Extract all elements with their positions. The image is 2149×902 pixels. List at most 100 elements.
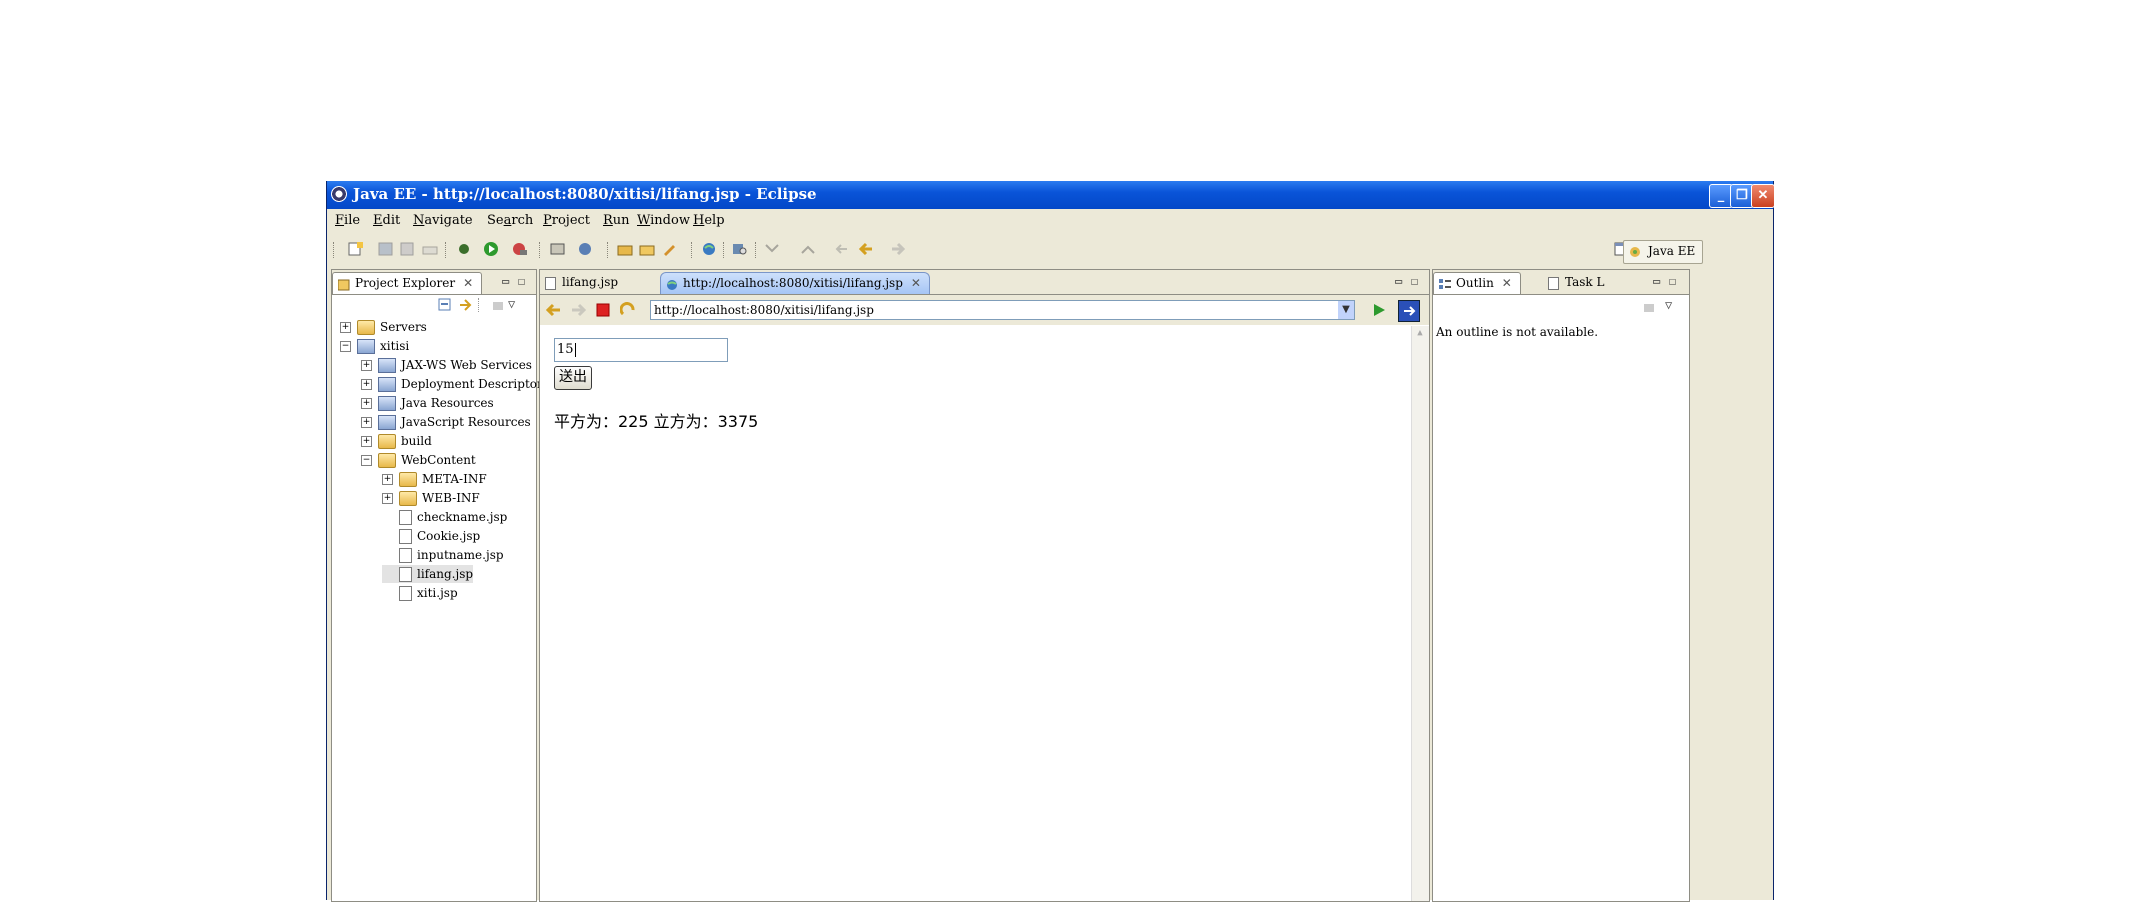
save-all-icon[interactable] <box>399 241 417 257</box>
menu-navigate[interactable]: Navigate <box>413 213 473 228</box>
tree-item[interactable]: + JavaScript Resources <box>361 413 531 431</box>
tree-item[interactable]: − WebContent <box>361 451 476 469</box>
open-folder-icon[interactable] <box>639 241 657 257</box>
collapse-all-icon[interactable] <box>438 298 452 316</box>
tab-task-list[interactable]: Task L <box>1543 272 1612 293</box>
tree-item-label: inputname.jsp <box>417 548 504 562</box>
perspective-java-ee-button[interactable]: Java EE <box>1623 240 1703 264</box>
new-server-icon[interactable] <box>549 241 567 257</box>
menu-help[interactable]: Help <box>693 213 725 228</box>
expand-icon[interactable]: + <box>361 417 372 428</box>
new-icon[interactable] <box>347 241 365 257</box>
tree-item[interactable]: xiti.jsp <box>382 584 458 602</box>
view-menu-icon[interactable]: ▽ <box>508 297 515 311</box>
tree-item[interactable]: checkname.jsp <box>382 508 507 526</box>
expand-icon[interactable]: + <box>382 474 393 485</box>
maximize-view-icon[interactable]: ☐ <box>1669 274 1676 288</box>
scroll-up-icon[interactable]: ▲ <box>1414 328 1426 340</box>
java-resources-icon <box>378 396 396 411</box>
tab-project-explorer[interactable]: Project Explorer ✕ <box>332 272 483 294</box>
project-icon <box>357 339 375 354</box>
tree-item[interactable]: + Java Resources <box>361 394 494 412</box>
collapse-icon[interactable]: − <box>340 341 351 352</box>
url-field[interactable]: http://localhost:8080/xitisi/lifang.jsp … <box>650 300 1355 320</box>
outline-filter-icon[interactable] <box>1643 300 1657 318</box>
expand-icon[interactable]: + <box>361 360 372 371</box>
expand-icon[interactable]: + <box>382 493 393 504</box>
descriptor-icon <box>378 377 396 392</box>
back-icon[interactable] <box>857 241 875 257</box>
open-external-browser-icon[interactable] <box>1398 300 1420 322</box>
collapse-icon[interactable]: − <box>361 455 372 466</box>
run-external-icon[interactable] <box>511 241 529 257</box>
tree-item[interactable]: Cookie.jsp <box>382 527 480 545</box>
run-icon[interactable] <box>483 241 501 257</box>
tree-item-label: WEB-INF <box>422 491 480 505</box>
menu-edit[interactable]: Edit <box>373 213 400 228</box>
new-web-icon[interactable] <box>577 241 595 257</box>
expand-icon[interactable]: + <box>361 398 372 409</box>
browser-refresh-icon[interactable] <box>619 302 636 322</box>
eclipse-window: Java EE - http://localhost:8080/xitisi/l… <box>326 181 1775 902</box>
view-menu-icon[interactable]: ▽ <box>1665 298 1672 312</box>
filter-icon[interactable] <box>492 298 506 316</box>
go-icon[interactable] <box>1372 303 1386 321</box>
last-edit-icon[interactable] <box>833 241 851 257</box>
expand-icon[interactable]: + <box>361 379 372 390</box>
close-button[interactable]: ✕ <box>1751 184 1775 208</box>
maximize-view-icon[interactable]: ☐ <box>518 274 525 288</box>
menu-window[interactable]: Window <box>637 213 690 228</box>
tree-item-label: lifang.jsp <box>417 567 474 581</box>
jsp-file-icon <box>399 586 412 601</box>
tree-item[interactable]: + JAX-WS Web Services <box>361 356 532 374</box>
forward-icon[interactable] <box>889 241 907 257</box>
browser-forward-icon[interactable] <box>570 303 587 321</box>
close-tab-icon[interactable]: ✕ <box>911 276 921 290</box>
minimize-editor-icon[interactable]: ▭ <box>1395 274 1402 288</box>
prev-annotation-icon[interactable] <box>799 241 817 257</box>
expand-icon[interactable]: + <box>361 436 372 447</box>
jsp-file-icon <box>399 567 412 582</box>
maximize-editor-icon[interactable]: ☐ <box>1411 274 1418 288</box>
submit-button[interactable]: 送出 <box>554 366 592 390</box>
tree-item-label: Cookie.jsp <box>417 529 481 543</box>
tree-item[interactable]: + Servers <box>340 318 427 336</box>
web-browser-icon[interactable] <box>701 241 719 257</box>
chevron-down-icon[interactable]: ▼ <box>1338 301 1354 319</box>
tree-item[interactable]: + WEB-INF <box>382 489 480 507</box>
debug-icon[interactable] <box>455 241 473 257</box>
tab-label: Project Explorer <box>355 276 456 290</box>
tree-item-label: Java Resources <box>401 396 494 410</box>
open-type-icon[interactable] <box>617 241 635 257</box>
tree-item[interactable]: − xitisi <box>340 337 409 355</box>
title-bar[interactable]: Java EE - http://localhost:8080/xitisi/l… <box>327 181 1775 209</box>
folder-icon <box>378 434 396 449</box>
tree-item-label: META-INF <box>422 472 487 486</box>
tree-item[interactable]: inputname.jsp <box>382 546 504 564</box>
menu-project[interactable]: Project <box>543 213 590 228</box>
browser-back-icon[interactable] <box>545 303 562 321</box>
save-icon[interactable] <box>377 241 395 257</box>
number-input[interactable]: 15 <box>554 338 728 362</box>
tree-item[interactable]: + build <box>361 432 432 450</box>
menu-search[interactable]: Search <box>487 213 533 228</box>
link-with-editor-icon[interactable] <box>458 298 472 316</box>
tree-item[interactable]: + META-INF <box>382 470 487 488</box>
tools-icon[interactable] <box>661 241 679 257</box>
close-tab-icon[interactable]: ✕ <box>1502 276 1512 290</box>
next-annotation-icon[interactable] <box>763 241 781 257</box>
minimize-view-icon[interactable]: ▭ <box>502 274 509 288</box>
browser-stop-icon[interactable] <box>596 303 610 321</box>
menu-run[interactable]: Run <box>603 213 630 228</box>
tab-lifang-jsp[interactable]: lifang.jsp <box>540 272 626 293</box>
print-icon[interactable] <box>421 241 439 257</box>
search-icon[interactable] <box>731 241 749 257</box>
expand-icon[interactable]: + <box>340 322 351 333</box>
tab-browser-lifang[interactable]: http://localhost:8080/xitisi/lifang.jsp ✕ <box>660 272 930 294</box>
close-tab-icon[interactable]: ✕ <box>463 276 473 290</box>
tree-item[interactable]: lifang.jsp <box>382 565 474 583</box>
minimize-view-icon[interactable]: ▭ <box>1653 274 1660 288</box>
menu-file[interactable]: File <box>335 213 360 228</box>
vertical-scrollbar[interactable]: ▲ <box>1411 326 1429 901</box>
tab-outline[interactable]: Outlin ✕ <box>1433 272 1521 294</box>
